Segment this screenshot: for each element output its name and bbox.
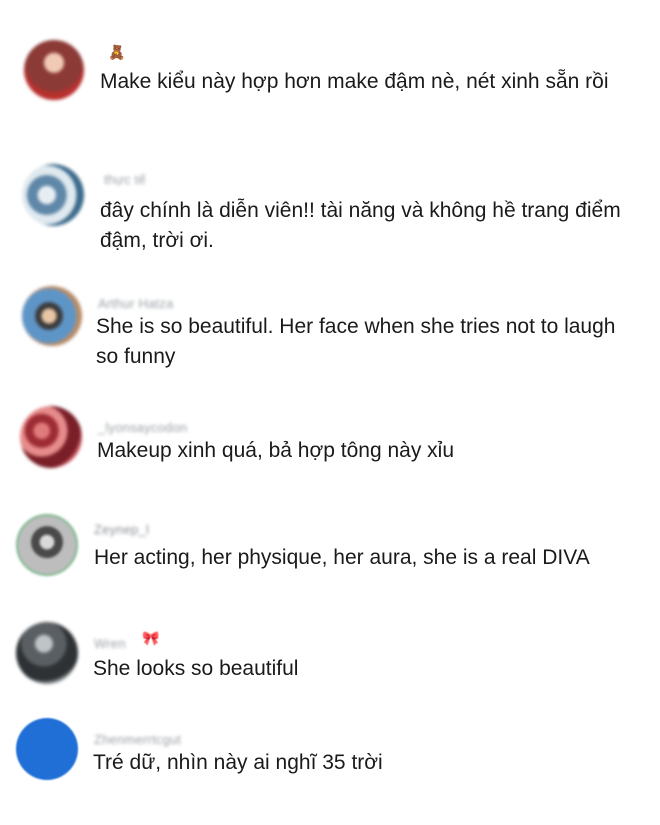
avatar[interactable]	[20, 406, 82, 468]
username[interactable]: Arthur Hatza	[98, 296, 173, 311]
avatar[interactable]	[22, 286, 82, 346]
comment-text: đây chính là diễn viên!! tài năng và khô…	[100, 199, 621, 252]
comment-text: Her acting, her physique, her aura, she …	[94, 546, 590, 569]
comment-text: Tré dữ, nhìn này ai nghĩ 35 trời	[93, 751, 383, 774]
avatar[interactable]	[16, 622, 78, 684]
comment-text: She looks so beautiful	[93, 657, 299, 680]
avatar[interactable]	[16, 718, 78, 780]
comment-text: Makeup xinh quá, bả hợp tông này xỉu	[97, 439, 455, 462]
username[interactable]: Zeynep_l	[94, 522, 149, 537]
username[interactable]: Zhenmerrtcgut	[94, 732, 181, 747]
comment-text: She is so beautiful. Her face when she t…	[96, 315, 616, 368]
username[interactable]: Wren	[94, 636, 126, 651]
avatar[interactable]	[24, 40, 84, 100]
bow-icon: 🎀	[142, 630, 160, 646]
avatar[interactable]	[22, 164, 84, 226]
username[interactable]: thực tế	[104, 172, 146, 187]
username[interactable]: _lyonsaycodon	[98, 420, 187, 435]
teddy-bear-icon: 🧸	[108, 44, 126, 60]
avatar[interactable]	[16, 514, 78, 576]
comment-text: Make kiểu này hợp hơn make đậm nè, nét x…	[100, 70, 609, 93]
